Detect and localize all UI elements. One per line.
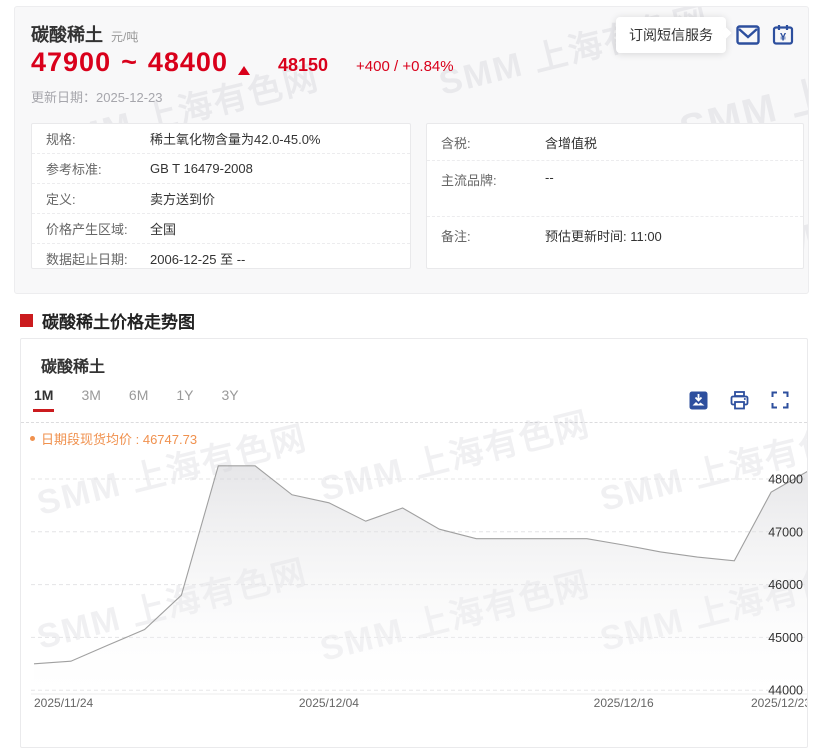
spec-value: 预估更新时间: 11:00: [545, 226, 662, 245]
chart-legend: 日期段现货均价 : 46747.73: [30, 429, 197, 448]
svg-text:46000: 46000: [768, 578, 803, 592]
legend-dot-icon: [30, 436, 35, 441]
price-unit: 元/吨: [111, 28, 138, 45]
svg-text:47000: 47000: [768, 525, 803, 539]
product-title: 碳酸稀土: [31, 21, 103, 47]
subscribe-sms-button[interactable]: 订阅短信服务: [616, 17, 726, 53]
section-title: 碳酸稀土价格走势图: [42, 308, 195, 333]
price-up-arrow-icon: [238, 66, 250, 75]
subscription-tools: 订阅短信服务 ¥: [616, 17, 796, 53]
price-trend-chart-card: SMM 上海有色网 SMM 上海有色网 SMM 上海有色网 SMM 上海有色网 …: [20, 338, 808, 748]
spec-label: 含税:: [441, 133, 545, 152]
average-price: 48150: [278, 55, 328, 76]
section-heading: 碳酸稀土价格走势图: [20, 308, 195, 333]
range-tabs: 1M 3M 6M 1Y 3Y: [34, 387, 239, 412]
price-range: 47900 ~48400: [31, 47, 228, 78]
price-high: 48400: [148, 47, 228, 77]
svg-text:45000: 45000: [768, 631, 803, 645]
spec-row: 定义:卖方送到价: [32, 184, 410, 214]
product-line: 碳酸稀土 元/吨: [31, 21, 138, 47]
update-date: 更新日期：2025-12-23: [31, 87, 163, 106]
spec-value: --: [545, 170, 554, 185]
svg-text:¥: ¥: [780, 32, 787, 44]
spec-row: 价格产生区域:全国: [32, 214, 410, 244]
price-low: 47900: [31, 47, 111, 77]
spec-value: 2006-12-25 至 --: [150, 249, 245, 268]
spec-row: 主流品牌:--: [427, 161, 803, 217]
save-image-icon[interactable]: [685, 387, 711, 413]
legend-separator: [21, 422, 807, 423]
spec-row: 规格:稀土氧化物含量为42.0-45.0%: [32, 124, 410, 154]
price-row: 47900 ~48400 48150 +400 / +0.84%: [31, 47, 454, 78]
fullscreen-icon[interactable]: [767, 387, 793, 413]
svg-text:48000: 48000: [768, 473, 803, 487]
spec-label: 定义:: [46, 189, 150, 208]
spec-row: 参考标准:GB T 16479-2008: [32, 154, 410, 184]
spec-value: 稀土氧化物含量为42.0-45.0%: [150, 129, 321, 148]
spec-card-right: 含税:含增值税 主流品牌:-- 备注:预估更新时间: 11:00: [426, 123, 804, 269]
svg-text:2025/12/23: 2025/12/23: [751, 696, 808, 710]
spec-label: 参考标准:: [46, 159, 150, 178]
legend-label: 日期段现货均价 : 46747.73: [41, 429, 197, 448]
chart-title: 碳酸稀土: [41, 353, 105, 377]
spec-label: 备注:: [441, 226, 545, 245]
spec-value: 全国: [150, 219, 176, 238]
price-trend-chart[interactable]: 44000450004600047000480002025/11/242025/…: [31, 449, 808, 711]
svg-text:2025/11/24: 2025/11/24: [34, 696, 93, 710]
svg-text:2025/12/04: 2025/12/04: [299, 696, 359, 710]
price-change: +400 / +0.84%: [356, 58, 454, 75]
spec-row: 数据起止日期:2006-12-25 至 --: [32, 244, 410, 273]
spec-label: 主流品牌:: [441, 170, 545, 189]
spec-row: 含税:含增值税: [427, 124, 803, 161]
price-tilde: ~: [121, 47, 138, 77]
spec-label: 价格产生区域:: [46, 219, 150, 238]
mail-icon[interactable]: [735, 22, 761, 48]
chart-toolbar: [685, 387, 793, 413]
spec-card-left: 规格:稀土氧化物含量为42.0-45.0% 参考标准:GB T 16479-20…: [31, 123, 411, 269]
spec-label: 规格:: [46, 129, 150, 148]
tab-6m[interactable]: 6M: [129, 387, 148, 412]
tab-3y[interactable]: 3Y: [221, 387, 238, 412]
price-summary-panel: SMM 上海有色网 SMM 上海有色网 SMM 上海有色网 SMM 上海有色网 …: [14, 6, 809, 294]
spec-value: 卖方送到价: [150, 189, 215, 208]
tab-1y[interactable]: 1Y: [176, 387, 193, 412]
tab-3m[interactable]: 3M: [81, 387, 100, 412]
svg-text:2025/12/16: 2025/12/16: [594, 696, 654, 710]
print-icon[interactable]: [726, 387, 752, 413]
tab-1m[interactable]: 1M: [34, 387, 53, 412]
spec-row: 备注:预估更新时间: 11:00: [427, 217, 803, 268]
price-subscription-icon[interactable]: ¥: [770, 22, 796, 48]
section-bullet-icon: [20, 314, 33, 327]
spec-value: GB T 16479-2008: [150, 161, 253, 176]
spec-value: 含增值税: [545, 133, 597, 152]
spec-label: 数据起止日期:: [46, 249, 150, 268]
